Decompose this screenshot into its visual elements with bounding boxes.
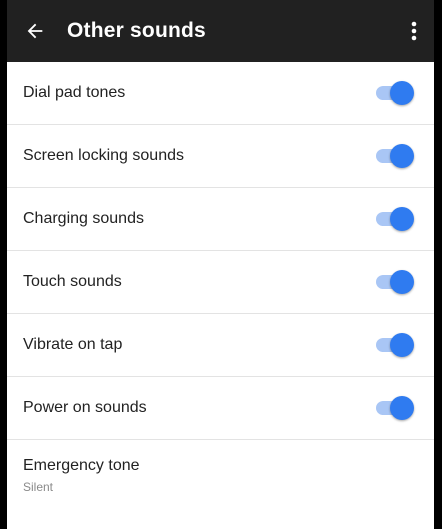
setting-label: Power on sounds — [23, 399, 147, 416]
setting-label: Charging sounds — [23, 210, 144, 227]
app-screen: Other sounds Dial pad tones Screen locki… — [7, 0, 434, 529]
setting-value: Silent — [23, 479, 54, 494]
setting-row-screen-locking-sounds[interactable]: Screen locking sounds — [7, 125, 434, 188]
dial-pad-tones-toggle[interactable] — [374, 79, 414, 107]
setting-row-touch-sounds[interactable]: Touch sounds — [7, 251, 434, 314]
touch-sounds-toggle[interactable] — [374, 268, 414, 296]
screen-locking-sounds-toggle[interactable] — [374, 142, 414, 170]
toggle-thumb — [390, 144, 414, 168]
back-button[interactable] — [7, 0, 63, 62]
charging-sounds-toggle[interactable] — [374, 205, 414, 233]
overflow-menu-button[interactable] — [394, 0, 434, 62]
setting-row-charging-sounds[interactable]: Charging sounds — [7, 188, 434, 251]
setting-row-vibrate-on-tap[interactable]: Vibrate on tap — [7, 314, 434, 377]
arrow-left-icon — [27, 23, 43, 39]
settings-list: Dial pad tones Screen locking sounds Cha… — [7, 62, 434, 510]
more-vert-icon — [411, 21, 417, 41]
setting-label: Dial pad tones — [23, 84, 126, 101]
app-bar: Other sounds — [7, 0, 434, 62]
toggle-thumb — [390, 270, 414, 294]
toggle-thumb — [390, 207, 414, 231]
toggle-thumb — [390, 81, 414, 105]
setting-label: Screen locking sounds — [23, 147, 184, 164]
setting-label: Emergency tone — [23, 456, 140, 474]
page-title: Other sounds — [67, 19, 206, 42]
power-on-sounds-toggle[interactable] — [374, 394, 414, 422]
toggle-thumb — [390, 333, 414, 357]
setting-label: Touch sounds — [23, 273, 122, 290]
setting-label: Vibrate on tap — [23, 336, 123, 353]
toggle-thumb — [390, 396, 414, 420]
setting-row-emergency-tone[interactable]: Emergency tone Silent — [7, 440, 434, 510]
setting-row-dial-pad-tones[interactable]: Dial pad tones — [7, 62, 434, 125]
vibrate-on-tap-toggle[interactable] — [374, 331, 414, 359]
setting-row-power-on-sounds[interactable]: Power on sounds — [7, 377, 434, 440]
